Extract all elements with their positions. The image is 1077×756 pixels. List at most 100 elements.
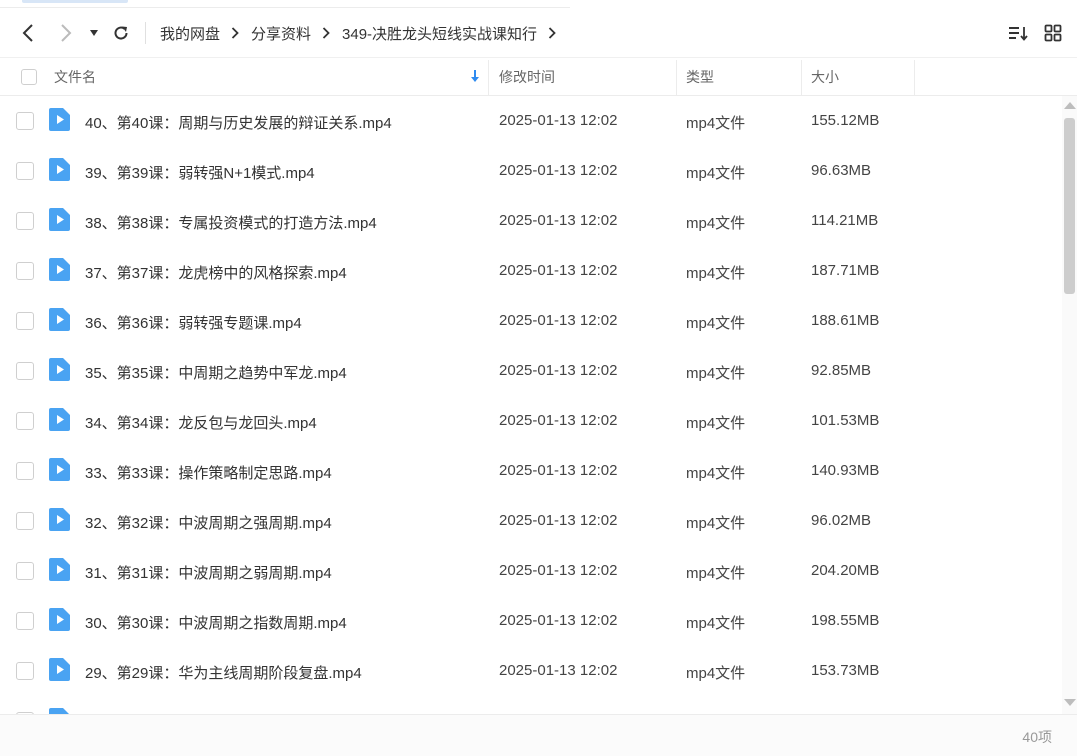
file-name[interactable]: 40、第40课：周期与历史发展的辩证关系.mp4	[85, 112, 392, 133]
breadcrumb-item-root[interactable]: 我的网盘	[160, 23, 220, 44]
forward-button[interactable]	[52, 19, 80, 47]
file-row[interactable]: 39、第39课：弱转强N+1模式.mp4 2025-01-13 12:02 mp4文…	[0, 146, 1062, 196]
file-name[interactable]: 30、第30课：中波周期之指数周期.mp4	[85, 612, 347, 633]
sort-button[interactable]	[1004, 19, 1032, 47]
file-type: mp4文件	[686, 315, 746, 332]
file-name[interactable]: 29、第29课：华为主线周期阶段复盘.mp4	[85, 662, 362, 683]
file-type: mp4文件	[686, 115, 746, 132]
file-name[interactable]: 34、第34课：龙反包与龙回头.mp4	[85, 412, 317, 433]
file-name[interactable]: 33、第33课：操作策略制定思路.mp4	[85, 462, 332, 483]
row-checkbox[interactable]	[16, 112, 34, 130]
file-size: 198.55MB	[811, 612, 880, 629]
active-tab-indicator	[22, 0, 128, 3]
video-file-icon	[49, 358, 70, 381]
file-row[interactable]	[0, 696, 1062, 714]
file-row[interactable]: 33、第33课：操作策略制定思路.mp4 2025-01-13 12:02 mp4文…	[0, 446, 1062, 496]
file-row[interactable]: 34、第34课：龙反包与龙回头.mp4 2025-01-13 12:02 mp4文件…	[0, 396, 1062, 446]
file-row[interactable]: 37、第37课：龙虎榜中的风格探索.mp4 2025-01-13 12:02 mp4…	[0, 246, 1062, 296]
file-row[interactable]: 31、第31课：中波周期之弱周期.mp4 2025-01-13 12:02 mp4文…	[0, 546, 1062, 596]
grid-view-icon	[1044, 24, 1062, 42]
toolbar-divider	[145, 22, 146, 44]
file-type: mp4文件	[686, 215, 746, 232]
row-checkbox[interactable]	[16, 562, 34, 580]
file-mtime: 2025-01-13 12:02	[499, 412, 618, 429]
breadcrumb: 我的网盘 分享资料 349-决胜龙头短线实战课知行	[160, 21, 568, 45]
file-type: mp4文件	[686, 665, 746, 682]
file-mtime: 2025-01-13 12:02	[499, 662, 618, 679]
file-size: 155.12MB	[811, 112, 880, 129]
file-type: mp4文件	[686, 415, 746, 432]
video-file-icon	[49, 308, 70, 331]
file-name[interactable]: 37、第37课：龙虎榜中的风格探索.mp4	[85, 262, 347, 283]
file-name[interactable]: 32、第32课：中波周期之强周期.mp4	[85, 512, 332, 533]
refresh-icon	[114, 26, 128, 40]
vertical-scrollbar[interactable]	[1062, 96, 1077, 714]
breadcrumb-item-shared[interactable]: 分享资料	[251, 23, 311, 44]
select-all-checkbox[interactable]	[21, 69, 37, 85]
video-file-icon	[49, 658, 70, 681]
file-type: mp4文件	[686, 365, 746, 382]
scrollbar-thumb[interactable]	[1064, 118, 1075, 294]
chevron-right-icon[interactable]	[548, 27, 556, 39]
video-file-icon	[49, 408, 70, 431]
file-row[interactable]: 40、第40课：周期与历史发展的辩证关系.mp4 2025-01-13 12:02…	[0, 96, 1062, 146]
column-divider[interactable]	[801, 60, 802, 96]
chevron-left-icon	[22, 24, 33, 42]
file-row[interactable]: 36、第36课：弱转强专题课.mp4 2025-01-13 12:02 mp4文件 1…	[0, 296, 1062, 346]
file-type: mp4文件	[686, 565, 746, 582]
toolbar: 我的网盘 分享资料 349-决胜龙头短线实战课知行	[0, 8, 1077, 57]
file-name[interactable]: 38、第38课：专属投资模式的打造方法.mp4	[85, 212, 377, 233]
breadcrumb-item-current[interactable]: 349-决胜龙头短线实战课知行	[342, 23, 537, 44]
refresh-button[interactable]	[107, 19, 135, 47]
item-count: 40项	[1022, 729, 1052, 745]
sort-desc-arrow-icon[interactable]	[470, 69, 480, 86]
column-header-mtime[interactable]: 修改时间	[499, 58, 555, 96]
file-size: 96.63MB	[811, 162, 872, 179]
row-checkbox[interactable]	[16, 312, 34, 330]
scroll-up-arrow-icon[interactable]	[1064, 102, 1076, 109]
file-name[interactable]: 39、第39课：弱转强N+1模式.mp4	[85, 162, 315, 183]
file-mtime: 2025-01-13 12:02	[499, 462, 618, 479]
file-row[interactable]: 29、第29课：华为主线周期阶段复盘.mp4 2025-01-13 12:02 mp…	[0, 646, 1062, 696]
file-size: 96.02MB	[811, 512, 872, 529]
column-divider[interactable]	[488, 60, 489, 96]
row-checkbox[interactable]	[16, 362, 34, 380]
row-checkbox[interactable]	[16, 612, 34, 630]
grid-view-button[interactable]	[1039, 19, 1067, 47]
chevron-right-icon	[322, 27, 330, 39]
history-dropdown-button[interactable]	[84, 19, 104, 47]
file-size: 187.71MB	[811, 262, 880, 279]
file-row[interactable]: 32、第32课：中波周期之强周期.mp4 2025-01-13 12:02 mp4文…	[0, 496, 1062, 546]
file-mtime: 2025-01-13 12:02	[499, 212, 618, 229]
column-header-size[interactable]: 大小	[811, 58, 839, 96]
row-checkbox[interactable]	[16, 412, 34, 430]
video-file-icon	[49, 458, 70, 481]
file-type: mp4文件	[686, 165, 746, 182]
column-divider[interactable]	[676, 60, 677, 96]
video-file-icon	[49, 208, 70, 231]
column-header-type[interactable]: 类型	[686, 58, 714, 96]
back-button[interactable]	[14, 19, 42, 47]
chevron-right-icon	[231, 27, 239, 39]
file-size: 92.85MB	[811, 362, 872, 379]
file-name[interactable]: 31、第31课：中波周期之弱周期.mp4	[85, 562, 332, 583]
file-row[interactable]: 35、第35课：中周期之趋势中军龙.mp4 2025-01-13 12:02 mp4…	[0, 346, 1062, 396]
file-mtime: 2025-01-13 12:02	[499, 162, 618, 179]
file-mtime: 2025-01-13 12:02	[499, 512, 618, 529]
video-file-icon	[49, 558, 70, 581]
column-header-name[interactable]: 文件名	[54, 58, 96, 96]
file-name[interactable]: 36、第36课：弱转强专题课.mp4	[85, 312, 302, 333]
scroll-down-arrow-icon[interactable]	[1064, 699, 1076, 706]
file-name[interactable]: 35、第35课：中周期之趋势中军龙.mp4	[85, 362, 347, 383]
file-row[interactable]: 30、第30课：中波周期之指数周期.mp4 2025-01-13 12:02 mp4…	[0, 596, 1062, 646]
file-mtime: 2025-01-13 12:02	[499, 312, 618, 329]
row-checkbox[interactable]	[16, 662, 34, 680]
row-checkbox[interactable]	[16, 162, 34, 180]
column-divider[interactable]	[914, 60, 915, 96]
row-checkbox[interactable]	[16, 262, 34, 280]
file-type: mp4文件	[686, 465, 746, 482]
row-checkbox[interactable]	[16, 512, 34, 530]
row-checkbox[interactable]	[16, 462, 34, 480]
file-row[interactable]: 38、第38课：专属投资模式的打造方法.mp4 2025-01-13 12:02 m…	[0, 196, 1062, 246]
row-checkbox[interactable]	[16, 212, 34, 230]
